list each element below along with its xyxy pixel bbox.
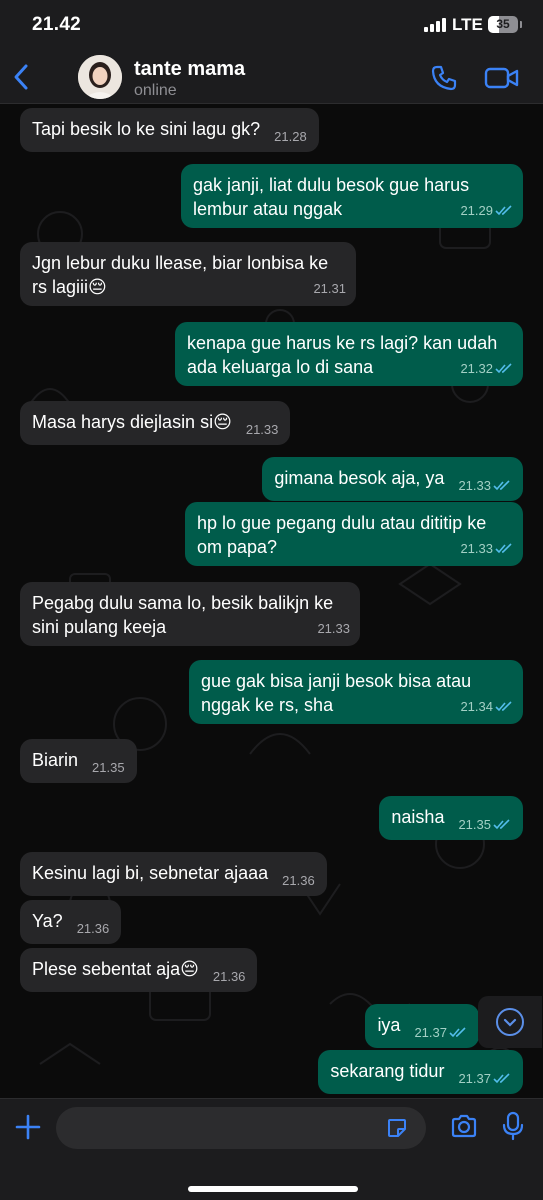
message-text: Pegabg dulu sama lo, besik balikjn ke si… [32,593,334,637]
message-text: sekarang tidur [330,1061,445,1081]
battery-icon: 35 [488,16,518,33]
message-text: gimana besok aja, ya [274,468,445,488]
contact-name[interactable]: tante mama [134,58,245,81]
message-text: Tapi besik lo ke sini lagu gk? [32,119,261,139]
message-bubble-outgoing[interactable]: gak janji, liat dulu besok gue harus lem… [181,164,523,228]
message-text: gue gak bisa janji besok bisa atau nggak… [201,671,472,715]
contact-status: online [134,82,177,99]
status-time: 21.42 [32,14,82,35]
scroll-down-icon [496,1008,524,1036]
message-bubble-incoming[interactable]: Tapi besik lo ke sini lagu gk? 21.28 [20,108,319,152]
message-time: 21.37 [458,1071,491,1086]
read-ticks-icon [493,1073,510,1083]
message-text: Biarin [32,750,79,770]
message-time: 21.35 [92,760,125,775]
message-bubble-incoming[interactable]: Ya? 21.36 [20,900,122,944]
message-bubble-outgoing[interactable]: iya 21.37 [365,1004,479,1048]
message-input[interactable] [56,1107,426,1149]
phone-icon[interactable] [430,64,458,92]
message-time: 21.35 [458,817,491,832]
back-chevron-icon[interactable] [10,62,34,92]
message-bubble-incoming[interactable]: Biarin 21.35 [20,739,137,783]
message-time: 21.33 [317,621,350,636]
read-ticks-icon [495,701,512,711]
plus-icon[interactable] [14,1113,42,1141]
message-bubble-outgoing[interactable]: hp lo gue pegang dulu atau dititip ke om… [185,502,523,566]
status-bar: 21.42 LTE 35 [0,0,543,52]
message-time: 21.28 [274,129,307,144]
network-label: LTE [452,15,483,34]
read-ticks-icon [495,205,512,215]
read-ticks-icon [495,543,512,553]
scroll-down-button[interactable] [478,996,542,1048]
chat-header: tante mama online [0,52,543,104]
message-time: 21.31 [313,281,346,296]
message-text: Ya? [32,911,63,931]
message-time: 21.36 [212,969,246,984]
message-text: Masa harys diejlasin si😔 [32,412,232,432]
message-bubble-incoming[interactable]: Plese sebentat aja😔 21.36 [20,948,258,992]
message-bubble-incoming[interactable]: Kesinu lagi bi, sebnetar ajaaa 21.36 [20,852,327,896]
read-ticks-icon [493,819,510,829]
message-text: Plese sebentat aja😔 [32,959,199,979]
message-bubble-outgoing[interactable]: naisha 21.35 [379,796,523,840]
message-text: naisha [391,807,445,827]
camera-icon[interactable] [450,1113,478,1139]
message-text: kenapa gue harus ke rs lagi? kan udah ad… [187,333,498,377]
message-time: 21.34 [460,699,493,714]
message-bubble-outgoing[interactable]: gimana besok aja, ya 21.33 [262,457,523,501]
message-time: 21.37 [414,1025,447,1040]
message-text: gak janji, liat dulu besok gue harus lem… [193,175,470,219]
message-time: 21.36 [282,873,315,888]
message-bubble-outgoing[interactable]: kenapa gue harus ke rs lagi? kan udah ad… [175,322,523,386]
message-time: 21.33 [460,541,493,556]
sticker-icon[interactable] [386,1117,408,1139]
message-bubble-incoming[interactable]: Masa harys diejlasin si😔 21.33 [20,401,291,445]
message-bubble-outgoing[interactable]: sekarang tidur 21.37 [318,1050,523,1094]
message-bubble-incoming[interactable]: Jgn lebur duku llease, biar lonbisa ke r… [20,242,356,306]
message-bubble-outgoing[interactable]: gue gak bisa janji besok bisa atau nggak… [189,660,523,724]
video-camera-icon[interactable] [484,66,520,90]
message-time: 21.32 [460,361,493,376]
composer-bar [0,1098,543,1200]
message-text: Kesinu lagi bi, sebnetar ajaaa [32,863,269,883]
message-time: 21.36 [76,921,110,936]
read-ticks-icon [495,363,512,373]
message-time: 21.33 [245,422,279,437]
signal-icon [424,18,446,32]
battery-level: 35 [496,17,510,31]
message-bubble-incoming[interactable]: Pegabg dulu sama lo, besik balikjn ke si… [20,582,360,646]
read-ticks-icon [449,1027,466,1037]
microphone-icon[interactable] [502,1111,524,1141]
avatar[interactable] [78,55,122,99]
message-time: 21.33 [458,478,491,493]
message-text: Jgn lebur duku llease, biar lonbisa ke r… [32,253,329,297]
message-text: hp lo gue pegang dulu atau dititip ke om… [197,513,487,557]
message-time: 21.29 [460,203,493,218]
chat-area[interactable]: Tapi besik lo ke sini lagu gk? 21.28 gak … [0,104,543,1098]
read-ticks-icon [493,480,510,490]
battery-tip [520,21,522,28]
home-indicator [188,1186,358,1192]
message-text: iya [377,1015,401,1035]
